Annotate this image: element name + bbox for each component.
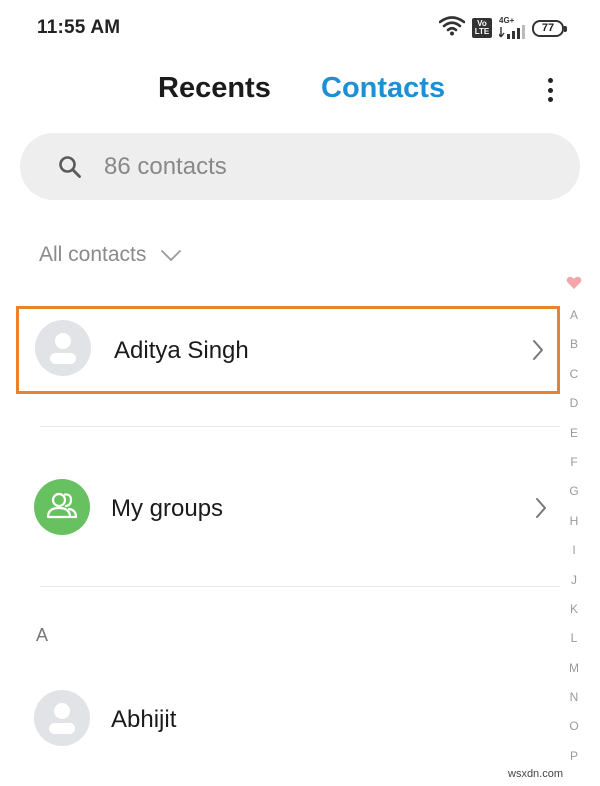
- index-letter-m[interactable]: M: [569, 654, 579, 683]
- index-letter-a[interactable]: A: [570, 301, 578, 330]
- index-letter-d[interactable]: D: [570, 389, 579, 418]
- index-letter-l[interactable]: L: [571, 624, 578, 653]
- tab-recents[interactable]: Recents: [158, 72, 271, 105]
- index-letter-n[interactable]: N: [570, 683, 579, 712]
- chevron-right-icon: [531, 338, 545, 367]
- alphabet-index[interactable]: A B C D E F G H I J K L M N O P: [563, 276, 585, 771]
- network-type-label: 4G+: [499, 16, 515, 25]
- index-letter-c[interactable]: C: [570, 360, 579, 389]
- index-letter-h[interactable]: H: [570, 507, 579, 536]
- contact-row[interactable]: Abhijit: [16, 677, 560, 763]
- tab-contacts[interactable]: Contacts: [321, 72, 445, 105]
- chevron-right-icon: [534, 496, 548, 525]
- more-options-icon[interactable]: [540, 75, 560, 105]
- filter-label: All contacts: [39, 243, 147, 266]
- contact-row-highlighted[interactable]: Aditya Singh: [16, 306, 560, 394]
- chevron-down-icon: [161, 250, 182, 261]
- avatar-placeholder-icon: [34, 690, 90, 746]
- index-letter-b[interactable]: B: [570, 330, 578, 359]
- index-letter-e[interactable]: E: [570, 419, 578, 448]
- search-icon: [58, 155, 82, 179]
- wifi-icon: [438, 15, 466, 41]
- index-letter-p[interactable]: P: [570, 742, 578, 771]
- divider: [40, 426, 560, 427]
- status-bar: 11:55 AM Vo LTE 4G+ 77: [0, 0, 600, 56]
- favorites-heart-icon[interactable]: [566, 276, 582, 295]
- index-letter-g[interactable]: G: [569, 477, 578, 506]
- contacts-filter-dropdown[interactable]: All contacts: [39, 243, 182, 267]
- network-indicator: 4G+: [499, 17, 525, 39]
- battery-tip: [564, 25, 567, 32]
- section-header-letter: A: [36, 625, 49, 645]
- contact-name: Aditya Singh: [114, 337, 249, 364]
- status-icons: Vo LTE 4G+ 77: [438, 15, 567, 41]
- index-letter-o[interactable]: O: [569, 712, 578, 741]
- watermark: wsxdn.com: [508, 768, 564, 780]
- index-letter-f[interactable]: F: [570, 448, 577, 477]
- status-time: 11:55 AM: [37, 17, 121, 38]
- battery-level: 77: [541, 22, 555, 34]
- groups-label: My groups: [111, 495, 224, 522]
- groups-icon: [34, 479, 90, 535]
- contact-name: Abhijit: [111, 706, 177, 733]
- divider: [40, 586, 560, 587]
- battery-icon: 77: [532, 19, 567, 37]
- signal-icon: [499, 25, 525, 39]
- avatar-placeholder-icon: [35, 320, 91, 376]
- index-letter-i[interactable]: I: [572, 536, 575, 565]
- my-groups-row[interactable]: My groups: [16, 466, 560, 552]
- index-letter-j[interactable]: J: [571, 566, 577, 595]
- index-letter-k[interactable]: K: [570, 595, 578, 624]
- search-bar[interactable]: [20, 133, 580, 200]
- search-input[interactable]: [104, 151, 544, 183]
- volte-badge: Vo LTE: [472, 18, 492, 38]
